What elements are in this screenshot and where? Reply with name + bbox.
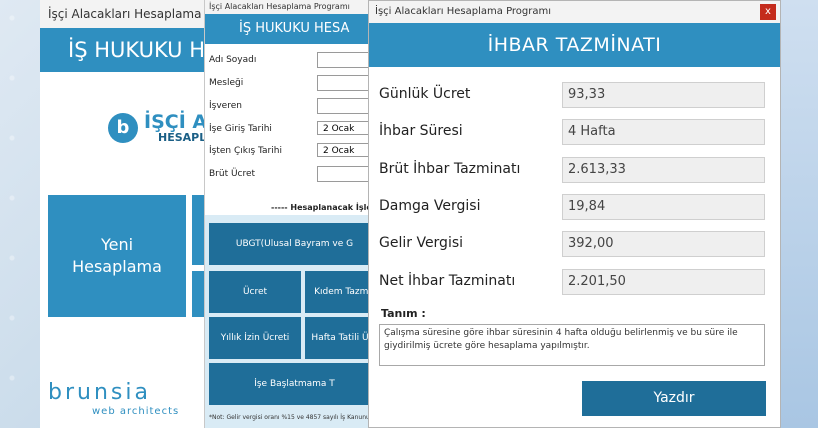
result-row: Damga Vergisi 19,84 bbox=[379, 194, 769, 222]
footer-subtitle: web architects bbox=[92, 406, 180, 417]
field-label-employer: İşveren bbox=[209, 101, 242, 111]
description-label: Tanım : bbox=[381, 307, 426, 320]
income-tax-value: 392,00 bbox=[562, 231, 765, 257]
print-button[interactable]: Yazdır bbox=[582, 381, 766, 416]
field-label-end-date: İşten Çıkış Tarihi bbox=[209, 146, 282, 156]
window-title: İşçi Alacakları Hesaplama Programı bbox=[205, 0, 380, 14]
employee-form-window: İşçi Alacakları Hesaplama Programı İŞ HU… bbox=[204, 0, 380, 428]
notice-pay-window: İşçi Alacakları Hesaplama Programı x İHB… bbox=[368, 0, 781, 428]
result-row: Gelir Vergisi 392,00 bbox=[379, 231, 769, 259]
desktop-background-right bbox=[781, 0, 818, 428]
gross-notice-pay-value: 2.613,33 bbox=[562, 157, 765, 183]
gross-notice-pay-label: Brüt İhbar Tazminatı bbox=[379, 161, 521, 177]
new-calculation-button[interactable]: Yeni Hesaplama bbox=[48, 195, 186, 317]
app-banner: İŞ HUKUKU HESA bbox=[205, 14, 380, 44]
net-notice-pay-label: Net İhbar Tazminatı bbox=[379, 273, 516, 289]
result-row: Net İhbar Tazminatı 2.201,50 bbox=[379, 269, 769, 297]
field-label-profession: Mesleği bbox=[209, 78, 244, 88]
window-title-bar: İşçi Alacakları Hesaplama Programı x bbox=[369, 1, 780, 23]
app-logo: b İŞÇİ ALA HESAPLAM bbox=[40, 95, 215, 165]
window-title: İşçi Alacakları Hesaplama Programı bbox=[375, 6, 552, 17]
new-calculation-line2: Hesaplama bbox=[72, 257, 162, 276]
field-label-name: Adı Soyadı bbox=[209, 55, 257, 65]
tax-note: *Not: Gelir vergisi oranı %15 ve 4857 sa… bbox=[209, 414, 376, 421]
annual-leave-button[interactable]: Yıllık İzin Ücreti bbox=[209, 317, 301, 359]
page-title: İHBAR TAZMİNATI bbox=[369, 23, 780, 67]
window-title: İşçi Alacakları Hesaplama Programı bbox=[40, 0, 215, 28]
app-banner: İŞ HUKUKU HESAPLAYICI bbox=[40, 28, 215, 72]
close-button[interactable]: x bbox=[760, 4, 776, 20]
income-tax-label: Gelir Vergisi bbox=[379, 235, 464, 251]
stamp-tax-value: 19,84 bbox=[562, 194, 765, 220]
section-heading: ----- Hesaplanacak İşle bbox=[271, 203, 372, 212]
logo-b-icon: b bbox=[108, 113, 138, 143]
daily-wage-label: Günlük Ücret bbox=[379, 86, 471, 102]
main-menu-window: İşçi Alacakları Hesaplama Programı İŞ HU… bbox=[40, 0, 216, 428]
result-row: İhbar Süresi 4 Hafta bbox=[379, 119, 769, 147]
net-notice-pay-value: 2.201,50 bbox=[562, 269, 765, 295]
reinstatement-button[interactable]: İşe Başlatmama T bbox=[209, 363, 380, 405]
daily-wage-value: 93,33 bbox=[562, 82, 765, 108]
new-calculation-line1: Yeni bbox=[100, 235, 134, 254]
notice-period-value: 4 Hafta bbox=[562, 119, 765, 145]
field-label-gross-wage: Brüt Ücret bbox=[209, 169, 256, 179]
field-label-start-date: İşe Giriş Tarihi bbox=[209, 124, 272, 134]
ubgt-button[interactable]: UBGT(Ulusal Bayram ve G bbox=[209, 223, 380, 265]
footer-brand: brunsia bbox=[48, 380, 151, 405]
wage-button[interactable]: Ücret bbox=[209, 271, 301, 313]
stamp-tax-label: Damga Vergisi bbox=[379, 198, 481, 214]
description-text: Çalışma süresine göre ihbar süresinin 4 … bbox=[379, 324, 765, 366]
result-row: Günlük Ücret 93,33 bbox=[379, 82, 769, 110]
result-row: Brüt İhbar Tazminatı 2.613,33 bbox=[379, 157, 769, 185]
notice-period-label: İhbar Süresi bbox=[379, 123, 463, 139]
